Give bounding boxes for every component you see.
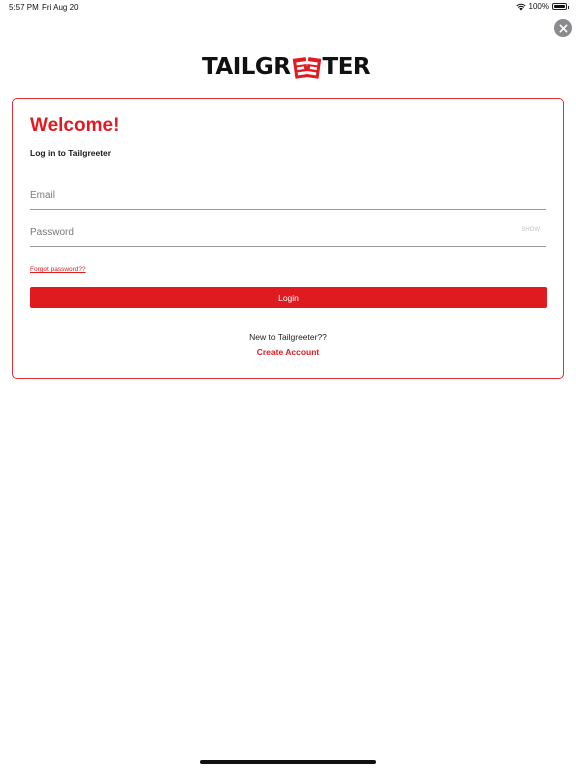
welcome-title: Welcome!: [30, 115, 120, 136]
status-date: Fri Aug 20: [42, 3, 79, 12]
email-field: [30, 183, 546, 210]
wifi-icon: [515, 3, 526, 10]
password-input[interactable]: [30, 220, 510, 244]
forgot-password-link[interactable]: Forgot password??: [30, 266, 86, 273]
create-account-link[interactable]: Create Account: [13, 347, 563, 357]
status-indicators: 100%: [515, 2, 569, 11]
logo-text-end: TER: [322, 54, 371, 80]
close-icon: [559, 24, 567, 32]
battery-percent: 100%: [528, 2, 549, 11]
email-input[interactable]: [30, 183, 510, 207]
password-field: SHOW: [30, 220, 546, 247]
login-button[interactable]: Login: [30, 287, 547, 308]
tailgreeter-logo: TAILGR TER: [202, 52, 374, 82]
logo-text-start: TAILGR: [202, 54, 291, 80]
home-indicator[interactable]: [200, 760, 376, 764]
battery-icon: [552, 3, 569, 10]
close-button[interactable]: [554, 19, 572, 37]
status-time: 5:57 PM: [9, 3, 39, 12]
logo-ee-mark-icon: [292, 57, 321, 79]
login-card: Welcome! Log in to Tailgreeter SHOW Forg…: [12, 98, 564, 379]
new-user-prompt: New to Tailgreeter??: [249, 332, 327, 342]
status-bar: 5:57 PM Fri Aug 20 100%: [0, 0, 576, 14]
show-password-toggle[interactable]: SHOW: [521, 227, 540, 233]
login-subtitle: Log in to Tailgreeter: [30, 148, 112, 158]
